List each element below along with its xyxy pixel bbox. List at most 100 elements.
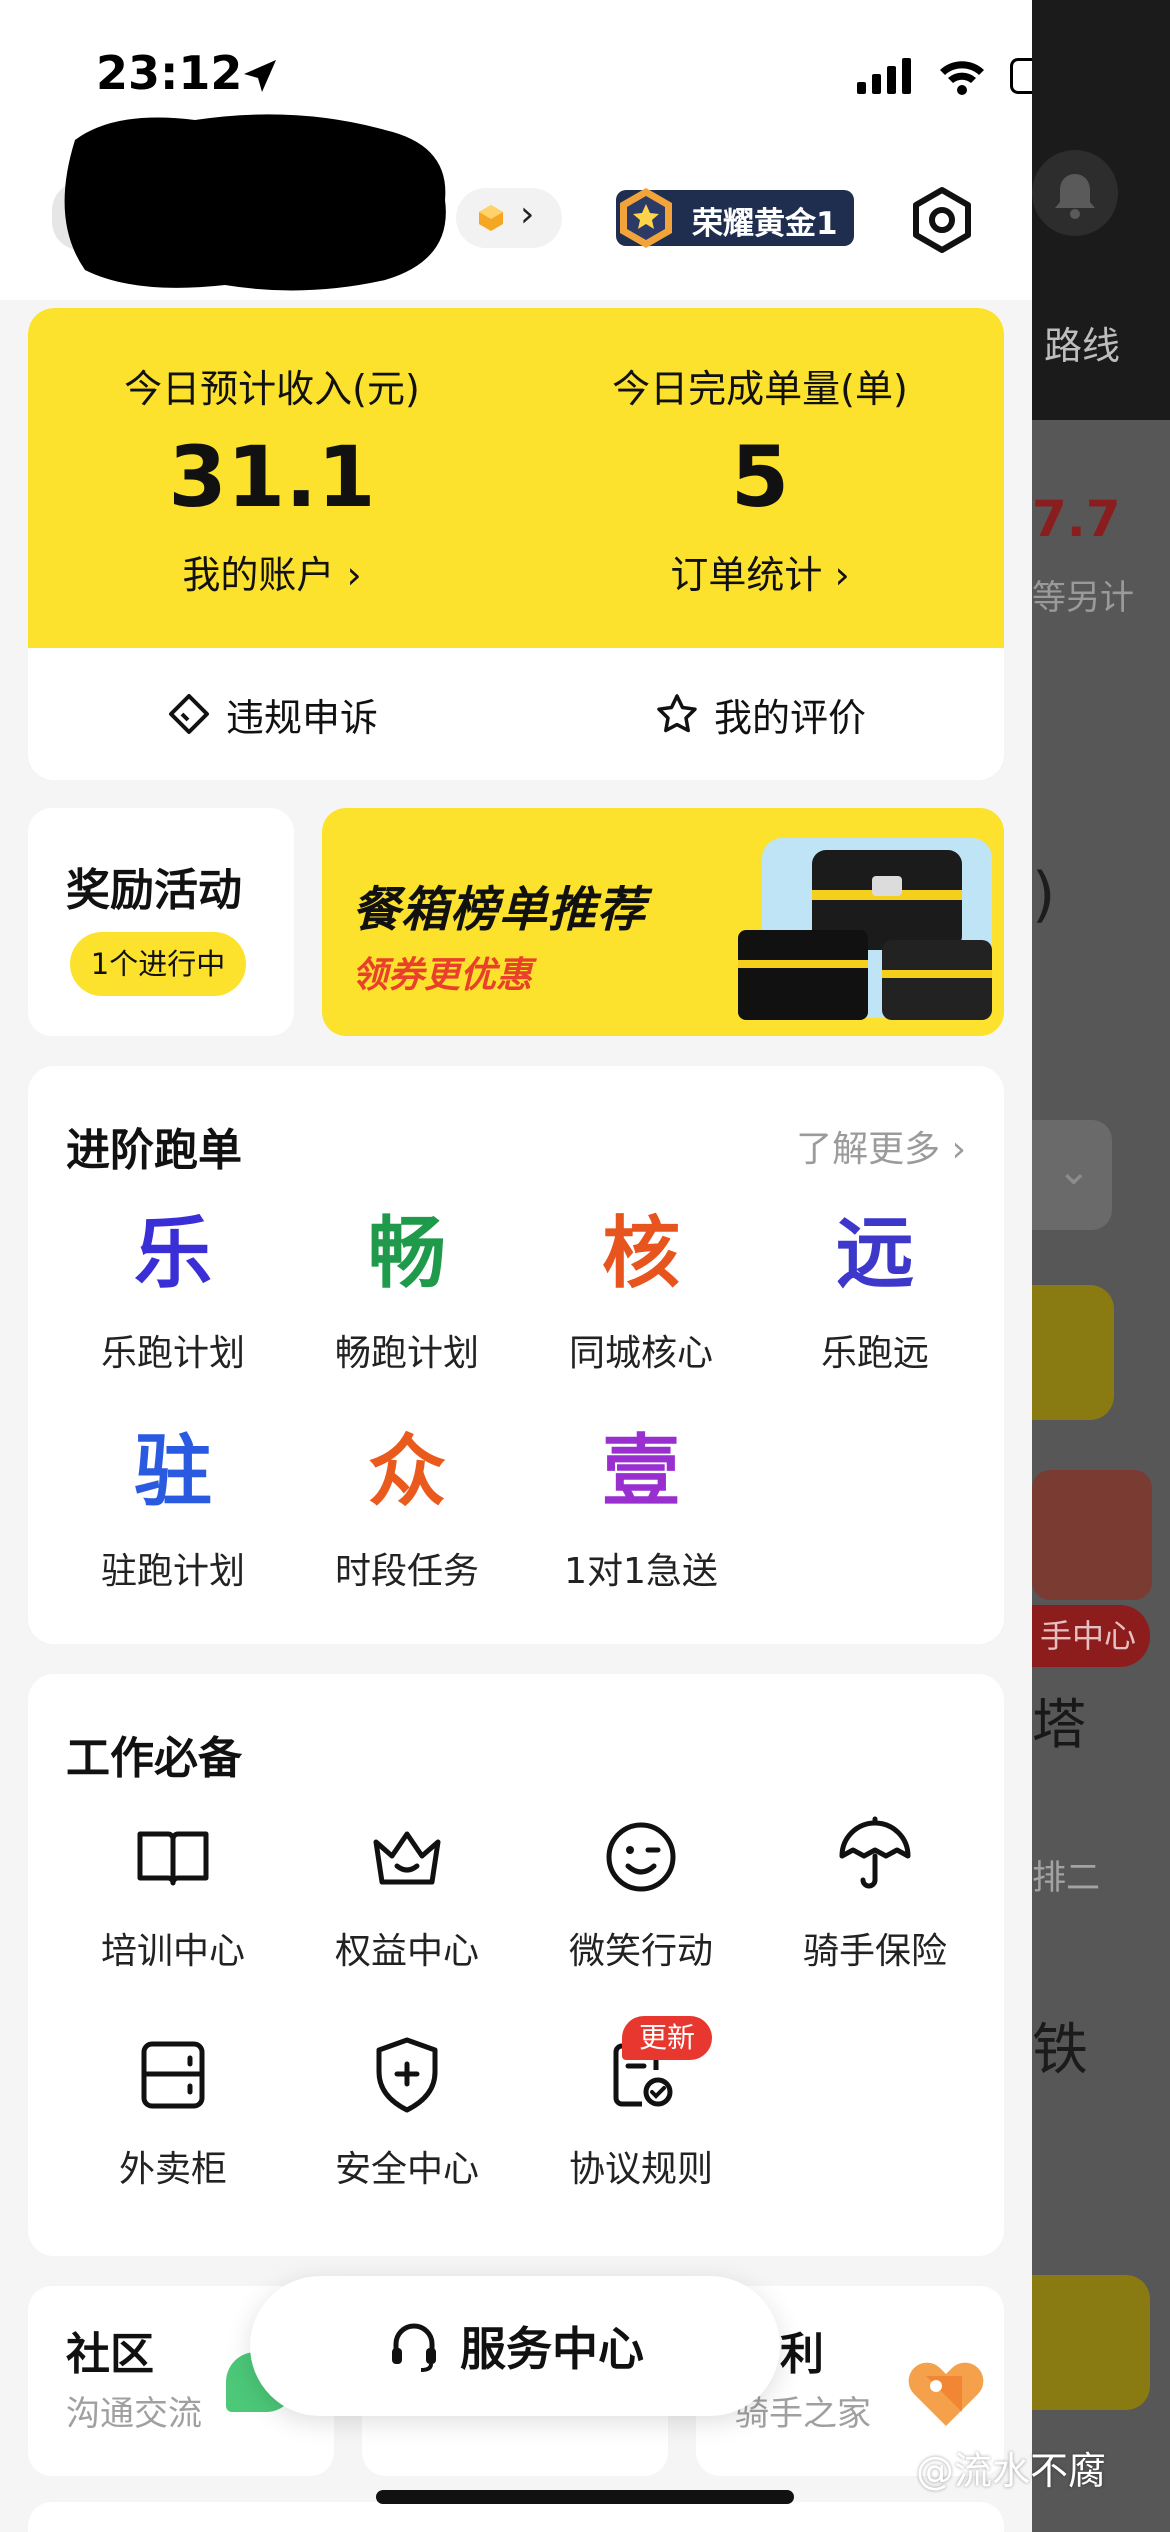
earnings-card: 今日预计收入(元) 31.1 我的账户 › 今日完成单量(单) 5 订单统计 ›… [28,308,1004,780]
orders-label: 今日完成单量(单) [612,367,908,411]
service-center-button[interactable]: 服务中心 [250,2276,780,2416]
income-column[interactable]: 今日预计收入(元) 31.1 我的账户 › [28,308,516,648]
smile-label: 微笑行动 [568,1931,713,1972]
agreement-label: 协议规则 [568,2149,713,2190]
background-page: 路线 7.7 等另计 ) ⌄ 手中心 塔 排二 铁 [1032,0,1170,2532]
lepaoyuan-label: 乐跑远 [820,1333,929,1374]
signal-icon [857,58,911,94]
income-value: 31.1 [168,428,376,526]
watermark: @流水不腐 [916,2449,1107,2493]
background-price: 7.7 [1032,490,1121,548]
headset-icon [392,2323,436,2372]
rank-label: 荣耀黄金1 [692,206,838,242]
chevron-right-icon: › [520,194,535,235]
tongcheng-icon: 核 [601,1209,680,1299]
earnings-summary: 今日预计收入(元) 31.1 我的账户 › 今日完成单量(单) 5 订单统计 › [28,308,1004,648]
banner-title: 餐箱榜单推荐 [352,882,647,938]
my-rating-button[interactable]: 我的评价 [516,648,1004,780]
work-essentials-title: 工作必备 [66,1733,242,1784]
benefits-label: 权益中心 [334,1931,479,1972]
location-arrow-icon [244,60,276,92]
changpao-label: 畅跑计划 [334,1333,479,1374]
training-label: 培训中心 [100,1931,245,1972]
grid-item-insurance[interactable]: 骑手保险 [758,1812,992,1974]
background-red-tag: 手中心 [1032,1605,1150,1667]
grid-item-safety[interactable]: 安全中心 [290,2030,524,2192]
orders-value: 5 [730,428,790,526]
insurance-label: 骑手保险 [802,1931,947,1972]
background-count-note: 等另计 [1032,578,1134,618]
home-indicator[interactable] [376,2490,794,2504]
order-stats-link[interactable]: 订单统计 › [516,544,1004,599]
reward-title: 奖励活动 [66,865,242,916]
grid-item-cabinet[interactable]: 外卖柜 [56,2030,290,2192]
cabinet-icon [141,2041,205,2109]
background-yellow-button [1032,1285,1114,1420]
zhupao-icon: 驻 [133,1427,212,1517]
shiduan-icon: 众 [367,1427,446,1517]
level-badge-button[interactable]: › [456,188,562,248]
grid-item-changpao[interactable]: 畅 畅跑计划 [290,1206,524,1376]
lepao-label: 乐跑计划 [100,1333,245,1374]
next-section-edge [28,2502,1004,2532]
grid-item-shiduan[interactable]: 众 时段任务 [290,1424,524,1594]
grid-item-jisong[interactable]: 壹 1对1急送 [524,1424,758,1594]
bell-icon [1032,150,1118,236]
chevron-down-icon: ⌄ [1057,1148,1091,1194]
umbrella-icon [839,1816,911,1889]
grid-item-training[interactable]: 培训中心 [56,1812,290,1974]
appeal-icon [168,694,209,734]
background-iron-text: 铁 [1032,2018,1088,2083]
battery-icon [1010,58,1032,94]
shiduan-label: 时段任务 [334,1551,479,1592]
changpao-icon: 畅 [367,1209,446,1299]
community-subtitle: 沟通交流 [66,2394,202,2434]
jisong-label: 1对1急送 [564,1551,718,1592]
smile-icon [606,1822,676,1892]
advanced-running-section: 进阶跑单 了解更多 › 乐 乐跑计划 畅 畅跑计划 核 同城核心 远 乐跑远 驻… [28,1066,1004,1644]
cube-icon [479,205,503,231]
earnings-actions: 违规申诉 我的评价 [28,648,1004,780]
grid-item-lepao[interactable]: 乐 乐跑计划 [56,1206,290,1376]
grid-item-zhupao[interactable]: 驻 驻跑计划 [56,1424,290,1594]
tongcheng-label: 同城核心 [568,1333,713,1374]
grid-item-benefits[interactable]: 权益中心 [290,1812,524,1974]
reward-activity-card[interactable]: 奖励活动 1个进行中 [28,808,294,1036]
medal-icon [620,188,672,248]
background-yellow-button-2 [1032,2275,1150,2410]
crown-icon [373,1831,441,1885]
star-icon [657,694,697,733]
grid-item-tongcheng[interactable]: 核 同城核心 [524,1206,758,1376]
service-center-label: 服务中心 [460,2322,644,2376]
settings-icon[interactable] [906,184,978,256]
advanced-running-title: 进阶跑单 [66,1125,242,1176]
jisong-icon: 壹 [601,1427,680,1517]
delivery-box-image [738,838,992,1020]
reward-status-pill: 1个进行中 [70,932,246,996]
appeal-button[interactable]: 违规申诉 [28,648,516,780]
promo-banner[interactable]: 餐箱榜单推荐 领券更优惠 [322,808,1004,1036]
safety-label: 安全中心 [334,2149,479,2190]
grid-item-lepaoyuan[interactable]: 远 乐跑远 [758,1206,992,1376]
redacted-username [64,114,446,291]
my-account-link[interactable]: 我的账户 › [28,544,516,599]
background-second-text: 排二 [1032,1858,1100,1898]
income-label: 今日预计收入(元) [124,367,420,411]
shield-icon [376,2037,438,2113]
cabinet-label: 外卖柜 [118,2149,227,2190]
wifi-icon [940,61,984,95]
grid-item-smile[interactable]: 微笑行动 [524,1812,758,1974]
work-essentials-section: 工作必备 培训中心 权益中心 微笑行动 骑手保险 外卖柜 安全中心 协议规则 更… [28,1674,1004,2256]
profile-drawer: 23:12 › 荣耀黄金1 今日预计收入(元) 31.1 我的账户 › 今日完成… [0,0,1032,2532]
welfare-title: 利 [780,2329,824,2380]
my-rating-label: 我的评价 [713,695,866,740]
background-tower-text: 塔 [1032,1693,1086,1756]
orders-column[interactable]: 今日完成单量(单) 5 订单统计 › [516,308,1004,648]
update-badge: 更新 [622,2016,712,2060]
appeal-label: 违规申诉 [225,695,378,740]
rank-badge[interactable]: 荣耀黄金1 [616,188,854,248]
background-paren: ) [1032,860,1056,930]
learn-more-link[interactable]: 了解更多 › [796,1120,966,1172]
heart-tag-icon [908,2362,984,2426]
lepao-icon: 乐 [133,1209,212,1299]
